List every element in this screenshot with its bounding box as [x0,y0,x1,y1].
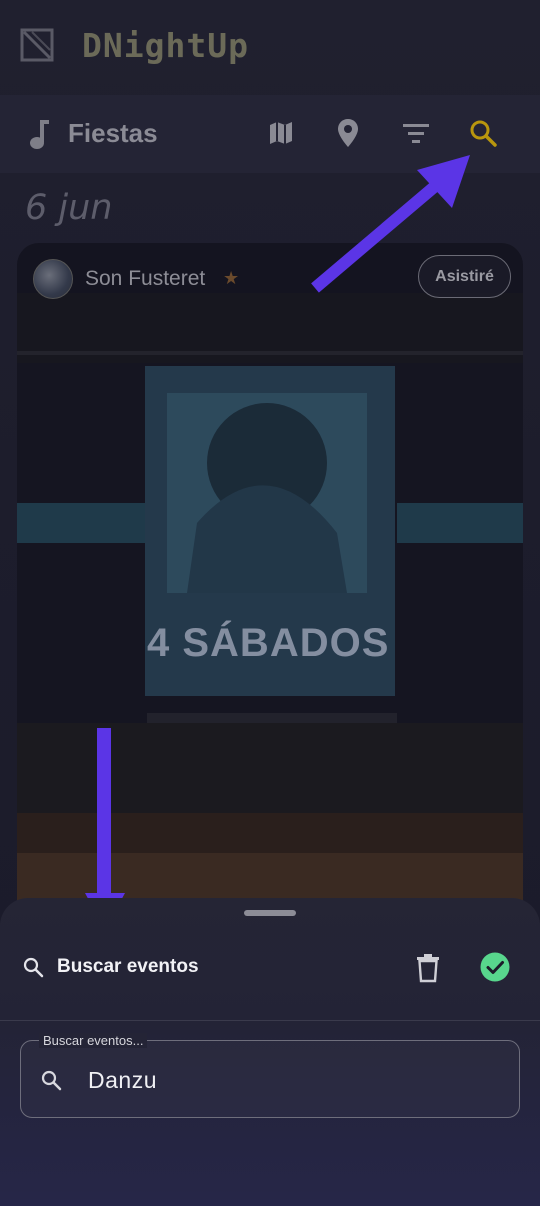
trash-icon [417,954,439,983]
search-icon [41,1070,62,1091]
search-icon [470,120,497,147]
avatar[interactable] [33,259,73,299]
app-title: DNightUp [82,26,249,65]
annotation-arrow-icon [311,155,470,293]
confirm-check-icon[interactable] [479,951,511,983]
star-icon: ★ [223,268,240,288]
section-title: Fiestas [68,118,158,148]
search-icon [23,957,44,978]
delete-button[interactable] [413,951,443,985]
filter-icon [403,124,429,143]
location-button[interactable] [330,115,366,151]
divider [0,1020,540,1021]
location-pin-icon [338,119,358,147]
app-header: DNightUp [0,0,540,95]
organizer-name[interactable]: Son Fusteret [85,267,205,291]
search-input-value[interactable]: Danzu [88,1067,157,1094]
search-input-label: Buscar eventos... [39,1033,148,1048]
search-bottom-sheet: Buscar eventos Buscar eventos... Danzu [0,898,540,1206]
promo-text: 4 SÁBADOS [147,621,390,665]
map-button[interactable] [263,115,299,151]
map-icon [270,122,292,144]
logo-icon [20,28,54,62]
sheet-title: Buscar eventos [57,956,199,977]
search-button[interactable] [465,115,501,151]
music-note-icon [30,120,49,149]
drag-handle[interactable] [244,910,296,916]
search-input[interactable]: Buscar eventos... Danzu [20,1033,520,1118]
filter-button[interactable] [398,115,434,151]
date-label: 6 jun [25,188,113,228]
